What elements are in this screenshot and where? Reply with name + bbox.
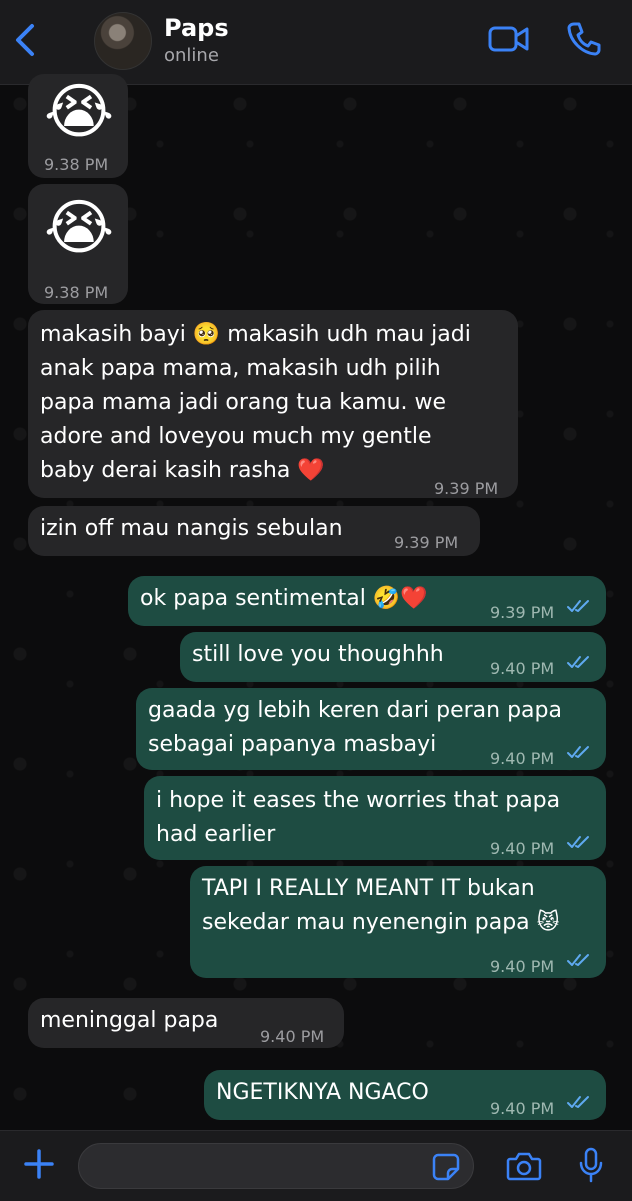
- back-button[interactable]: [10, 20, 40, 60]
- plus-icon: [24, 1149, 54, 1179]
- message-bubble-incoming[interactable]: 😭 9.38 PM: [28, 74, 128, 178]
- read-ticks-icon: [567, 656, 589, 668]
- microphone-button[interactable]: [578, 1147, 604, 1183]
- message-bubble-outgoing[interactable]: ok papa sentimental 🤣❤️ 9.39 PM: [128, 576, 606, 626]
- message-input[interactable]: [78, 1143, 474, 1189]
- message-text: meninggal papa: [40, 1008, 219, 1033]
- message-text: TAPI I REALLY MEANT IT bukan sekedar mau…: [202, 876, 560, 935]
- phone-icon: [567, 22, 601, 56]
- message-emoji: 😭: [44, 193, 115, 263]
- message-time: 9.39 PM: [434, 479, 499, 498]
- message-time: 9.40 PM: [490, 749, 555, 768]
- read-ticks-icon: [567, 954, 589, 966]
- message-text: izin off mau nangis sebulan: [40, 516, 343, 541]
- camera-button[interactable]: [506, 1151, 542, 1181]
- message-bubble-incoming[interactable]: meninggal papa 9.40 PM: [28, 998, 344, 1048]
- message-bubble-outgoing[interactable]: TAPI I REALLY MEANT IT bukan sekedar mau…: [190, 866, 606, 978]
- message-bubble-incoming[interactable]: 😭 9.38 PM: [28, 184, 128, 304]
- message-bubble-outgoing[interactable]: still love you thoughhh 9.40 PM: [180, 632, 606, 682]
- message-time: 9.38 PM: [44, 283, 109, 302]
- message-text: still love you thoughhh: [192, 642, 444, 667]
- video-camera-icon: [488, 26, 529, 52]
- message-time: 9.40 PM: [260, 1027, 325, 1046]
- message-text: NGETIKNYA NGACO: [216, 1080, 429, 1105]
- attach-button[interactable]: [24, 1149, 54, 1179]
- message-bubble-incoming[interactable]: makasih bayi 🥺 makasih udh mau jadi anak…: [28, 310, 518, 498]
- message-text: ok papa sentimental 🤣❤️: [140, 586, 428, 611]
- message-emoji: 😭: [44, 77, 115, 147]
- message-time: 9.40 PM: [490, 957, 555, 976]
- message-bubble-outgoing[interactable]: i hope it eases the worries that papa ha…: [144, 776, 606, 860]
- read-ticks-icon: [567, 600, 589, 612]
- read-ticks-icon: [567, 836, 589, 848]
- video-call-button[interactable]: [488, 22, 530, 56]
- message-bubble-incoming[interactable]: izin off mau nangis sebulan 9.39 PM: [28, 506, 480, 556]
- contact-avatar[interactable]: [94, 12, 152, 70]
- message-composer: [0, 1130, 632, 1201]
- message-bubble-outgoing[interactable]: gaada yg lebih keren dari peran papa seb…: [136, 688, 606, 770]
- camera-icon: [506, 1152, 542, 1181]
- contact-status: online: [164, 45, 219, 66]
- message-time: 9.40 PM: [490, 659, 555, 678]
- message-time: 9.40 PM: [490, 839, 555, 858]
- sticker-icon: [432, 1153, 460, 1181]
- message-time: 9.38 PM: [44, 155, 109, 174]
- message-bubble-outgoing[interactable]: NGETIKNYA NGACO 9.40 PM: [204, 1070, 606, 1120]
- chat-header: Paps online: [0, 0, 632, 85]
- voice-call-button[interactable]: [566, 20, 602, 56]
- chevron-left-icon: [16, 24, 34, 56]
- read-ticks-icon: [567, 1096, 589, 1108]
- microphone-icon: [579, 1147, 603, 1183]
- message-text: makasih bayi 🥺 makasih udh mau jadi anak…: [40, 322, 471, 483]
- message-time: 9.39 PM: [490, 603, 555, 622]
- contact-name[interactable]: Paps: [164, 14, 229, 42]
- sticker-button[interactable]: [432, 1153, 460, 1181]
- message-time: 9.40 PM: [490, 1099, 555, 1118]
- read-ticks-icon: [567, 746, 589, 758]
- message-time: 9.39 PM: [394, 533, 459, 552]
